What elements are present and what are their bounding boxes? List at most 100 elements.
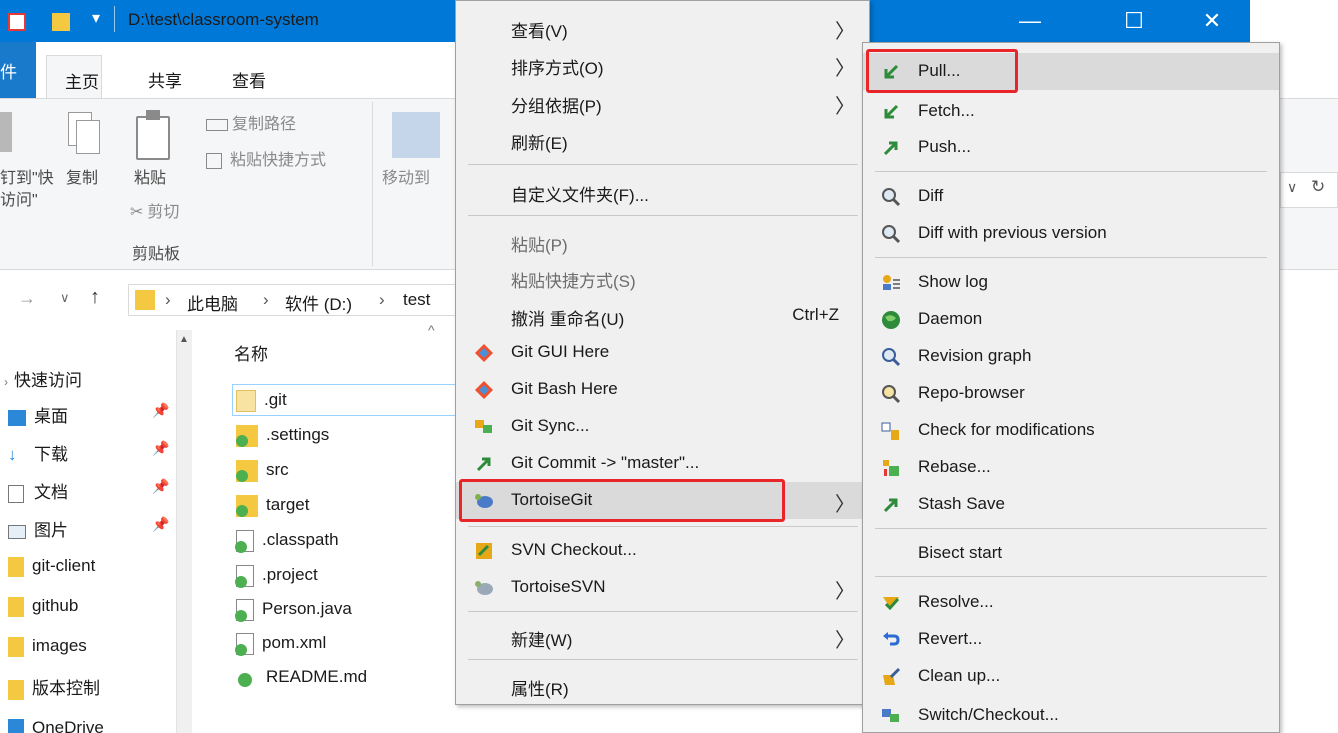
pin-icon[interactable] <box>0 112 12 152</box>
menu-item-git-commit[interactable]: Git Commit -> "master"... <box>456 445 869 482</box>
copy-path-button[interactable]: 复制路径 <box>206 110 296 134</box>
file-item[interactable]: README.md <box>236 662 367 692</box>
menu-item-undo-rename[interactable]: 撤消 重命名(U) Ctrl+Z <box>456 297 869 334</box>
menu-item-svn-checkout[interactable]: SVN Checkout... <box>456 532 869 569</box>
menu-label: SVN Checkout... <box>511 540 637 559</box>
clipboard-icon[interactable] <box>136 110 170 160</box>
move-to-icon[interactable] <box>392 112 440 158</box>
recent-dropdown-icon[interactable]: ∨ <box>60 290 70 306</box>
menu-item-git-gui[interactable]: Git GUI Here <box>456 334 869 371</box>
pin-icon[interactable]: 📌 <box>152 440 169 457</box>
file-item[interactable]: pom.xml <box>235 628 326 658</box>
crumb-this-pc[interactable]: 此电脑 <box>187 290 238 315</box>
submenu-item-stash-save[interactable]: Stash Save <box>863 486 1279 523</box>
submenu-item-diff[interactable]: Diff <box>863 178 1279 215</box>
menu-item-tortoisesvn[interactable]: TortoiseSVN 〉 <box>456 569 869 606</box>
submenu-item-push[interactable]: Push... <box>863 129 1279 166</box>
copy-button[interactable]: 复制 <box>66 164 98 188</box>
menu-item-sort-by[interactable]: 排序方式(O) 〉 <box>456 46 869 83</box>
menu-item-git-sync[interactable]: Git Sync... <box>456 408 869 445</box>
nav-scrollbar[interactable]: ▲ <box>176 330 192 733</box>
submenu-item-revert[interactable]: Revert... <box>863 621 1279 658</box>
file-git-icon <box>235 632 254 656</box>
nav-documents[interactable]: 文档 📌 <box>8 478 169 503</box>
menu-item-view[interactable]: 查看(V) 〉 <box>456 9 869 46</box>
submenu-label: Diff with previous version <box>918 223 1107 242</box>
scroll-up-icon[interactable]: ▲ <box>179 334 189 345</box>
submenu-item-rebase[interactable]: Rebase... <box>863 449 1279 486</box>
revision-graph-icon <box>882 348 901 367</box>
paste-shortcut-button[interactable]: 粘贴快捷方式 <box>206 146 326 170</box>
tab-share[interactable]: 共享 <box>138 63 192 96</box>
folder-icon <box>8 636 24 657</box>
nav-downloads[interactable]: ↓ 下载 📌 <box>8 440 169 465</box>
dropdown-icon[interactable]: ∨ <box>1287 179 1297 196</box>
menu-label: 排序方式(O) <box>511 59 604 78</box>
nav-version-control[interactable]: 版本控制 <box>8 674 100 700</box>
check-modifications-icon <box>881 422 899 440</box>
minimize-button[interactable]: — <box>1002 0 1058 42</box>
crumb-test[interactable]: test <box>403 290 430 310</box>
nav-quick-access[interactable]: › 快速访问 <box>4 366 82 391</box>
stash-save-icon <box>883 498 898 513</box>
submenu-item-switch-checkout[interactable]: Switch/Checkout... <box>863 697 1279 732</box>
column-header-name[interactable]: 名称 <box>234 340 268 365</box>
file-item[interactable]: .classpath <box>235 525 339 555</box>
submenu-item-resolve[interactable]: Resolve... <box>863 584 1279 621</box>
revert-icon <box>883 632 900 646</box>
nav-git-client[interactable]: git-client <box>8 556 95 577</box>
nav-pictures[interactable]: 图片 📌 <box>8 516 169 541</box>
cut-button[interactable]: ✂ 剪切 <box>130 198 179 222</box>
menu-item-group-by[interactable]: 分组依据(P) 〉 <box>456 84 869 121</box>
maximize-button[interactable]: ☐ <box>1106 0 1162 42</box>
copy-icon[interactable] <box>68 112 100 156</box>
move-to-button[interactable]: 移动到 <box>382 164 430 188</box>
submenu-item-clean-up[interactable]: Clean up... <box>863 658 1279 695</box>
pin-icon[interactable]: 📌 <box>152 516 169 533</box>
menu-item-refresh[interactable]: 刷新(E) <box>456 121 869 158</box>
submenu-label: Revision graph <box>918 346 1032 365</box>
address-bar[interactable]: › 此电脑 › 软件 (D:) › test <box>128 284 458 316</box>
paste-button[interactable]: 粘贴 <box>134 164 166 188</box>
menu-item-new[interactable]: 新建(W) 〉 <box>456 618 869 655</box>
quick-access-properties-icon[interactable] <box>8 13 26 31</box>
file-item[interactable]: Person.java <box>235 594 352 624</box>
file-item[interactable]: .git <box>236 385 287 415</box>
submenu-item-diff-previous[interactable]: Diff with previous version <box>863 215 1279 252</box>
chevron-right-icon: 〉 <box>835 58 855 80</box>
submenu-item-show-log[interactable]: Show log <box>863 264 1279 301</box>
submenu-item-daemon[interactable]: Daemon <box>863 301 1279 338</box>
tab-view[interactable]: 查看 <box>222 63 276 96</box>
new-folder-icon[interactable] <box>52 13 70 31</box>
submenu-item-repo-browser[interactable]: Repo-browser <box>863 375 1279 412</box>
menu-item-customize-folder[interactable]: 自定义文件夹(F)... <box>456 173 869 210</box>
file-item[interactable]: src <box>236 455 289 485</box>
nav-onedrive[interactable]: OneDrive <box>8 718 104 733</box>
nav-images[interactable]: images <box>8 636 87 657</box>
submenu-item-bisect-start[interactable]: Bisect start <box>863 535 1279 572</box>
submenu-item-revision-graph[interactable]: Revision graph <box>863 338 1279 375</box>
crumb-drive-d[interactable]: 软件 (D:) <box>285 290 352 315</box>
up-arrow-icon[interactable]: ↑ <box>90 286 100 309</box>
nav-desktop[interactable]: 桌面 📌 <box>8 402 169 427</box>
customize-toolbar-icon[interactable]: ▾ <box>92 8 100 28</box>
menu-item-properties[interactable]: 属性(R) <box>456 667 869 704</box>
chevron-right-icon: 〉 <box>835 21 855 43</box>
pin-icon[interactable]: 📌 <box>152 402 169 419</box>
pin-icon[interactable]: 📌 <box>152 478 169 495</box>
forward-icon[interactable]: → <box>18 288 36 309</box>
file-tab[interactable]: 件 <box>0 42 36 98</box>
nav-label: OneDrive <box>32 718 104 733</box>
file-item[interactable]: .settings <box>236 420 329 450</box>
git-diamond-icon <box>475 344 493 362</box>
menu-item-git-bash[interactable]: Git Bash Here <box>456 371 869 408</box>
close-button[interactable]: ✕ <box>1184 0 1240 42</box>
submenu-item-check-modifications[interactable]: Check for modifications <box>863 412 1279 449</box>
tab-home[interactable]: 主页 <box>46 55 102 99</box>
nav-github[interactable]: github <box>8 596 78 617</box>
submenu-separator <box>875 528 1267 529</box>
file-item[interactable]: .project <box>235 560 318 590</box>
submenu-item-fetch[interactable]: Fetch... <box>863 93 1279 130</box>
refresh-icon[interactable]: ↻ <box>1311 177 1325 197</box>
file-item[interactable]: target <box>236 490 309 520</box>
